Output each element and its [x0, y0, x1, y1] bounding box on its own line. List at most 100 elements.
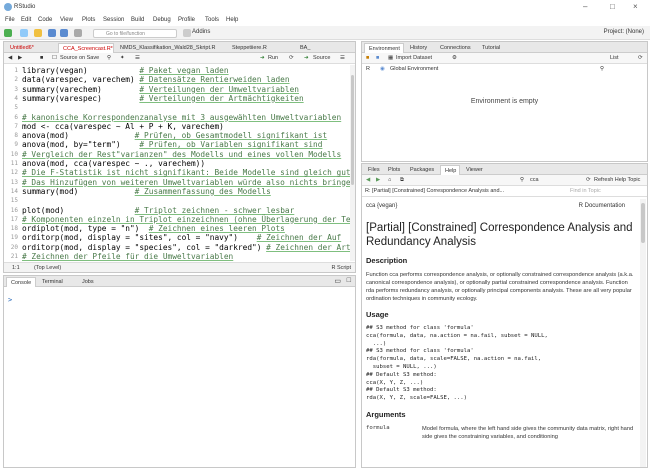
editor-scrollbar[interactable] [350, 65, 355, 261]
minimize-icon[interactable]: – [583, 2, 587, 11]
refresh-help-topic[interactable]: Refresh Help Topic [594, 177, 640, 183]
maximize-icon[interactable]: □ [610, 2, 615, 11]
save-file-icon[interactable]: ■ [40, 55, 43, 61]
open-file-icon[interactable] [34, 29, 42, 37]
scope-level[interactable]: (Top Level) [34, 265, 61, 271]
menu-edit[interactable]: Edit [21, 17, 31, 23]
tab-environment[interactable]: Environment [364, 43, 404, 53]
tab-jobs[interactable]: Jobs [78, 277, 104, 287]
code-line[interactable]: ordiplot(mod, type = "n") # Zeichnen ein… [22, 224, 285, 233]
search-icon[interactable]: ⚲ [107, 55, 111, 61]
outline-icon[interactable]: ☰ [340, 55, 345, 61]
back-icon[interactable]: ◀ [8, 55, 12, 61]
code-line[interactable]: # kanonische Korrespondenzanalyse mit 3 … [22, 113, 341, 122]
code-line[interactable]: summary(varespec) # Verteilungen der Art… [22, 94, 304, 103]
help-search-input[interactable]: cca [530, 177, 539, 183]
help-topic-select[interactable]: R: [Partial] [Constrained] Correspondenc… [365, 188, 504, 194]
tab-help[interactable]: Help [440, 165, 460, 175]
menu-profile[interactable]: Profile [178, 17, 195, 23]
grid-icon[interactable] [183, 29, 191, 37]
tab-connections[interactable]: Connections [436, 43, 476, 53]
maximize-pane-icon[interactable]: □ [347, 277, 351, 284]
menu-tools[interactable]: Tools [205, 17, 219, 23]
editor-scroll-thumb[interactable] [351, 75, 354, 185]
format-icon[interactable]: ☰ [135, 55, 140, 61]
clear-workspace-icon[interactable]: ⚙ [452, 55, 457, 61]
run-icon[interactable]: ➜ [260, 55, 265, 61]
tab-nmds-script[interactable]: NMDS_Klassifikation_Wald28_Skript.R [116, 43, 226, 53]
open-workspace-icon[interactable]: ■ [366, 55, 369, 61]
console-prompt[interactable]: > [8, 296, 12, 304]
code-line[interactable]: # Komponenten einzeln in Triplot einzeic… [22, 215, 352, 224]
save-workspace-icon[interactable]: ■ [376, 55, 379, 61]
print-icon[interactable] [74, 29, 82, 37]
tab-viewer[interactable]: Viewer [462, 165, 488, 175]
tab-ba[interactable]: BA_ [296, 43, 332, 53]
new-project-icon[interactable] [20, 29, 28, 37]
addins-menu[interactable]: Addins [192, 29, 210, 35]
save-icon[interactable] [48, 29, 56, 37]
scope-select[interactable]: Global Environment [390, 66, 438, 72]
list-view-button[interactable]: List [610, 55, 619, 61]
code-area[interactable]: 1 library(vegan) # Paket vegan laden 2 data… [4, 65, 352, 261]
menu-code[interactable]: Code [38, 17, 52, 23]
file-type[interactable]: R Script [331, 265, 351, 271]
run-button[interactable]: Run [268, 55, 278, 61]
env-search-icon[interactable]: ⚲ [600, 66, 604, 72]
menu-file[interactable]: File [5, 17, 15, 23]
find-in-topic-input[interactable]: Find in Topic [570, 188, 601, 194]
code-line[interactable]: summary(mod) # Zusammenfassung des Model… [22, 187, 271, 196]
tab-steppetiiere[interactable]: Steppetiiere.R [228, 43, 294, 53]
tab-untitled6[interactable]: Untitled6* [6, 43, 56, 53]
help-forward-icon[interactable]: ▶ [376, 177, 380, 183]
code-line[interactable]: orditorp(mod, display = "sites", col = "… [22, 233, 341, 242]
go-to-file-input[interactable]: Go to file/function [93, 29, 177, 38]
help-back-icon[interactable]: ◀ [366, 177, 370, 183]
minimize-pane-icon[interactable]: ▭ [334, 277, 341, 285]
menu-build[interactable]: Build [131, 17, 144, 23]
new-file-icon[interactable] [4, 29, 12, 37]
help-home-icon[interactable]: ⌂ [388, 177, 391, 183]
source-button[interactable]: Source [313, 55, 330, 61]
help-open-window-icon[interactable]: ⧉ [400, 177, 404, 184]
code-line[interactable]: # Zeichnen der Pfeile für die Umweltvari… [22, 252, 233, 261]
code-line[interactable]: # Das Hinzufügen von weiteren Umweltvari… [22, 178, 352, 187]
source-on-save-checkbox[interactable]: ☐ [52, 55, 57, 61]
code-line[interactable]: mod <- cca(varespec ~ Al + P + K, varech… [22, 122, 224, 131]
menu-help[interactable]: Help [226, 17, 238, 23]
code-line[interactable]: # Die F-Statistik ist nicht signifikant:… [22, 168, 351, 177]
menu-debug[interactable]: Debug [153, 17, 171, 23]
project-menu[interactable]: Project: (None) [604, 29, 644, 35]
code-line[interactable]: anova(mod, by="term") # Prüfen, ob Varia… [22, 140, 322, 149]
code-line[interactable]: summary(varechem) # Verteilungen der Umw… [22, 85, 299, 94]
code-line[interactable]: library(vegan) # Paket vegan laden [22, 66, 229, 75]
tab-tutorial[interactable]: Tutorial [478, 43, 508, 53]
close-icon[interactable]: × [633, 2, 638, 11]
menu-view[interactable]: View [60, 17, 73, 23]
help-refresh-icon[interactable]: ⟳ [586, 177, 591, 183]
source-icon[interactable]: ➜ [304, 55, 309, 61]
language-select[interactable]: R [366, 66, 370, 72]
help-scroll-thumb[interactable] [641, 203, 645, 243]
code-line[interactable]: data(varespec, varechem) # Datensätze Re… [22, 75, 290, 84]
save-all-icon[interactable] [60, 29, 68, 37]
code-line[interactable]: anova(mod) # Prüfen, ob Gesamtmodell sig… [22, 131, 327, 140]
menu-plots[interactable]: Plots [82, 17, 95, 23]
code-line[interactable]: plot(mod) # Triplot zeichnen - schwer le… [22, 206, 294, 215]
tab-cca-screencast[interactable]: CCA_Screencast.R* [58, 43, 114, 53]
code-line[interactable]: # Vergleich der Rest"varianzen" des Mode… [22, 150, 341, 159]
tab-packages[interactable]: Packages [406, 165, 438, 175]
rerun-icon[interactable]: ⟳ [289, 55, 294, 61]
help-scrollbar[interactable] [640, 199, 646, 467]
code-line[interactable]: anova(mod, cca(varespec ~ ., varechem)) [22, 159, 205, 168]
wand-icon[interactable]: ✦ [120, 55, 125, 61]
tab-files[interactable]: Files [364, 165, 382, 175]
refresh-env-icon[interactable]: ⟳ [638, 55, 643, 61]
import-dataset-button[interactable]: Import Dataset [396, 55, 432, 61]
forward-icon[interactable]: ▶ [18, 55, 22, 61]
tab-history[interactable]: History [406, 43, 434, 53]
tab-plots[interactable]: Plots [384, 165, 402, 175]
code-line[interactable]: orditorp(mod, display = "species", col =… [22, 243, 351, 252]
tab-terminal[interactable]: Terminal [38, 277, 74, 287]
import-dataset-icon[interactable]: ▦ [388, 55, 393, 61]
